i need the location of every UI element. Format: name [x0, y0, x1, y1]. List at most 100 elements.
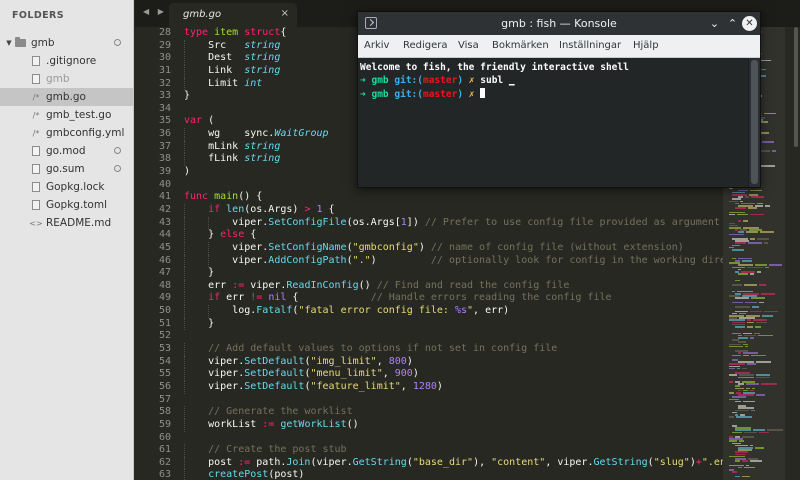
line-number: 47	[158, 267, 171, 279]
editor-scrollbar[interactable]	[794, 27, 798, 147]
maximize-icon[interactable]: ⌃	[725, 16, 740, 31]
code-line[interactable]	[184, 330, 724, 343]
code-token: SetDefault	[244, 368, 305, 380]
menu-bokmarken[interactable]: Bokmärken	[492, 40, 549, 51]
line-number: 60	[158, 431, 171, 443]
code-line[interactable]: if len(os.Args) > 1 {	[184, 203, 724, 217]
code-line[interactable]: createPost(post)	[184, 469, 724, 480]
code-line[interactable]	[184, 432, 724, 445]
code-line[interactable]: // Create the post stub	[184, 444, 724, 457]
indent-guide	[184, 77, 185, 91]
terminal-scrollbar[interactable]	[748, 58, 760, 187]
minimap-line	[764, 310, 778, 313]
code-line[interactable]: viper.SetConfigFile(os.Args[1]) // Prefe…	[184, 216, 724, 230]
minimap-line	[738, 376, 754, 379]
sidebar-file-item[interactable]: go.mod	[0, 142, 133, 160]
indent-guide	[184, 380, 185, 394]
code-line[interactable]: }	[184, 267, 724, 280]
line-number: 37	[158, 140, 171, 152]
code-line[interactable]: } else {	[184, 229, 724, 242]
terminal-area[interactable]: Welcome to fish, the friendly interactiv…	[358, 58, 748, 187]
tab-close-icon[interactable]: ×	[281, 8, 289, 19]
sidebar-file-item[interactable]: /* gmb_test.go	[0, 106, 133, 124]
sidebar-file-item[interactable]: .gitignore	[0, 52, 133, 70]
indent-guide	[184, 444, 185, 457]
code-line[interactable]: viper.SetDefault("feature_limit", 1280)	[184, 380, 724, 394]
code-line[interactable]: viper.SetConfigName("gmbconfig") // name…	[184, 241, 724, 255]
indent-guide	[184, 456, 185, 470]
sidebar-file-item[interactable]: <> README.md	[0, 214, 133, 232]
code-line[interactable]: log.Fatalf("fatal error config file: %s"…	[184, 305, 724, 318]
code-token: () {	[238, 191, 263, 203]
code-line[interactable]: // Add default values to options if not …	[184, 343, 724, 356]
code-line[interactable]: post := path.Join(viper.GetString("base_…	[184, 456, 724, 470]
close-icon[interactable]: ✕	[742, 16, 757, 31]
code-line[interactable]: err := viper.ReadInConfig() // Find and …	[184, 279, 724, 293]
tab-gmb-go[interactable]: gmb.go ×	[169, 3, 297, 27]
minimap-line	[737, 367, 740, 370]
menu-arkiv[interactable]: Arkiv	[364, 40, 389, 51]
sidebar-file-item[interactable]: /* gmb.go	[0, 88, 133, 106]
indent-guide	[208, 241, 210, 255]
minimap-line	[729, 213, 735, 216]
code-token: ,	[376, 355, 389, 367]
minimap-line	[745, 345, 748, 348]
code-token: "fatal error config file:	[298, 305, 455, 317]
code-token: }	[208, 267, 215, 279]
prompt-line-2[interactable]: ➜ gmb git:(master) ✗	[360, 88, 486, 100]
code-token: // Prefer to use config file provided as…	[424, 216, 720, 228]
code-token: )	[406, 355, 413, 367]
minimap-line	[747, 266, 763, 269]
konsole-window[interactable]: gmb : fish — Konsole ⌄ ⌃ ✕ Arkiv Rediger…	[357, 11, 761, 188]
minimap-line	[755, 326, 761, 328]
code-token: {	[322, 203, 335, 215]
sidebar-file-item[interactable]: Gopkg.lock	[0, 178, 133, 196]
tab-nav-arrows-icon[interactable]: ◀ ▶	[143, 7, 167, 16]
tab-title[interactable]: gmb.go	[183, 9, 221, 20]
code-token: , viper.	[545, 456, 594, 468]
code-line[interactable]: viper.SetDefault("menu_limit", 900)	[184, 368, 724, 381]
code-token: func	[184, 191, 215, 203]
indent-guide	[208, 216, 210, 230]
sidebar-file-item[interactable]: /* gmbconfig.yml	[0, 124, 133, 142]
konsole-titlebar[interactable]: gmb : fish — Konsole ⌄ ⌃ ✕	[358, 12, 760, 35]
menu-hjalp[interactable]: Hjälp	[633, 40, 659, 51]
prompt-line-1: ➜ gmb git:(master) ✗ subl _	[360, 75, 515, 86]
scrollbar-thumb[interactable]	[751, 60, 758, 184]
line-number: 57	[158, 393, 171, 405]
line-number: 45	[158, 241, 171, 253]
code-line[interactable]: viper.AddConfigPath(".") // optionally l…	[184, 254, 724, 268]
minimize-icon[interactable]: ⌄	[707, 16, 722, 31]
code-line[interactable]: func main() {	[184, 191, 724, 204]
code-line[interactable]: if err != nil { // Handle errors reading…	[184, 292, 724, 306]
code-token: SetConfigFile	[268, 216, 347, 228]
code-line[interactable]: workList := getWorkList()	[184, 418, 724, 432]
code-token: string	[244, 39, 281, 51]
code-token: int	[244, 77, 263, 89]
minimap-line	[767, 429, 783, 431]
menu-redigera[interactable]: Redigera	[403, 40, 448, 51]
minimap-line	[765, 266, 769, 269]
sidebar-file-item[interactable]: Gopkg.toml	[0, 196, 133, 214]
folder-gmb[interactable]: ▼ gmb	[0, 34, 133, 52]
line-number: 29	[158, 39, 171, 51]
menu-visa[interactable]: Visa	[458, 40, 479, 51]
code-line[interactable]: // Generate the worklist	[184, 406, 724, 419]
sidebar-file-item[interactable]: gmb	[0, 70, 133, 88]
indent-guide	[184, 305, 185, 318]
menu-installningar[interactable]: Inställningar	[559, 40, 621, 51]
sidebar-file-item[interactable]: go.sum	[0, 160, 133, 178]
code-line[interactable]: }	[184, 317, 724, 331]
minimap-line	[748, 242, 762, 244]
code-token: // optionally look for config in the wor…	[430, 254, 724, 266]
chevron-down-icon[interactable]: ▼	[4, 39, 14, 47]
code-token: getWorkList	[280, 418, 347, 430]
code-token: {	[280, 27, 287, 38]
code-line[interactable]	[184, 394, 724, 407]
code-token: %s	[454, 305, 468, 317]
indent-guide	[208, 305, 210, 318]
code-line[interactable]: viper.SetDefault("img_limit", 800)	[184, 355, 724, 369]
minimap-line	[735, 279, 740, 282]
code-token: wg sync.	[208, 128, 275, 140]
minimap-line	[761, 121, 768, 123]
